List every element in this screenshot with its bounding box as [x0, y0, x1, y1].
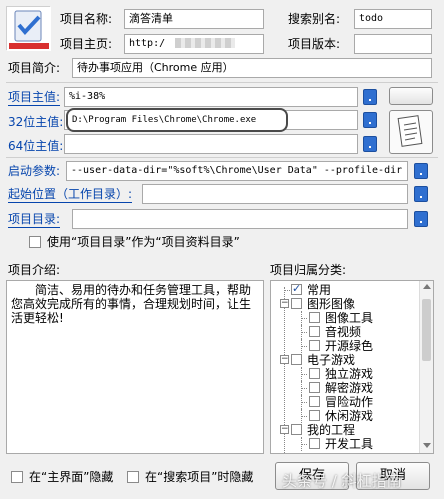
document-icon[interactable]: [389, 110, 433, 154]
tree-scrollbar[interactable]: [419, 281, 433, 453]
description-text: 简洁、易用的待办和任务管理工具，帮助您高效完成所有的事情，合理规划时间，让生活更…: [11, 283, 252, 325]
category-checkbox[interactable]: [309, 340, 320, 351]
x64-value-browse-button[interactable]: [363, 136, 377, 152]
category-label: 开源绿色: [325, 339, 374, 353]
tree-connector: [301, 437, 302, 451]
tree-expander[interactable]: −: [280, 355, 289, 364]
tree-connector: [301, 367, 302, 381]
category-label: 图像工具: [325, 311, 374, 325]
separator: [6, 157, 438, 158]
tree-connector: [301, 311, 302, 325]
category-checkbox[interactable]: [309, 396, 320, 407]
launch-args-label: 启动参数:: [8, 164, 61, 178]
category-label: 电子游戏: [307, 353, 356, 367]
search-alias-label: 搜索别名:: [288, 12, 341, 26]
category-label: 图形图像: [307, 297, 356, 311]
categories-tree[interactable]: 常用 − 图形图像图像工具音视频开源绿色 − 电子游戏独立游戏解密游戏冒险动作休闲游戏 −…: [270, 280, 434, 454]
tree-connector: [301, 395, 302, 409]
start-position-label[interactable]: 起始位置（工作目录）:: [8, 186, 133, 203]
tree-connector: [301, 381, 302, 395]
category-label: 解密游戏: [325, 381, 374, 395]
version-label: 项目版本:: [288, 37, 341, 51]
category-label: 休闲游戏: [325, 409, 374, 423]
category-label: 独立游戏: [325, 367, 374, 381]
x64-value-field[interactable]: [64, 134, 358, 154]
project-dir-browse-button[interactable]: [414, 211, 428, 227]
homepage-label: 项目主页:: [60, 37, 113, 51]
tree-connector: [301, 325, 302, 339]
app-icon: [6, 6, 51, 51]
project-name-label: 项目名称:: [60, 12, 113, 26]
x32-value-text: D:\Program Files\Chrome\Chrome.exe: [72, 115, 257, 125]
description-textarea[interactable]: 简洁、易用的待办和任务管理工具，帮助您高效完成所有的事情，合理规划时间，让生活更…: [6, 280, 264, 454]
separator: [6, 82, 438, 83]
main-value-label[interactable]: 项目主值:: [8, 89, 61, 106]
hide-search-label: 在“搜索项目”时隐藏: [145, 470, 254, 484]
search-alias-field[interactable]: todo: [354, 9, 432, 29]
homepage-value: http:/: [129, 38, 166, 49]
tree-expander[interactable]: −: [280, 425, 289, 434]
category-label: 我的工程: [307, 423, 356, 437]
x32-value-browse-button[interactable]: [363, 112, 377, 128]
hide-main-checkbox[interactable]: [11, 471, 23, 483]
launch-args-field[interactable]: --user-data-dir="%soft%\Chrome\User Data…: [66, 161, 408, 181]
category-checkbox[interactable]: [291, 298, 302, 309]
category-checkbox[interactable]: [309, 368, 320, 379]
tree-connector: [301, 339, 302, 353]
tree-connector: [284, 290, 290, 291]
scroll-thumb[interactable]: [422, 299, 431, 361]
scroll-down-arrow[interactable]: [423, 443, 431, 448]
main-value-browse-button[interactable]: [363, 89, 377, 105]
short-intro-label: 项目简介:: [8, 61, 61, 75]
description-label: 项目介绍:: [8, 263, 61, 277]
project-dir-label[interactable]: 项目目录:: [8, 211, 61, 228]
project-name-field[interactable]: 滴答清单: [124, 9, 264, 29]
category-checkbox[interactable]: [309, 382, 320, 393]
tree-connector: [301, 409, 302, 423]
category-checkbox[interactable]: [309, 312, 320, 323]
blurred-url: [175, 38, 236, 48]
category-label: 开发工具: [325, 437, 374, 451]
scroll-up-arrow[interactable]: [423, 284, 431, 289]
start-position-field[interactable]: [142, 184, 408, 204]
watermark: 头条号 / 斜杠指南: [282, 472, 402, 490]
category-checkbox[interactable]: [291, 354, 302, 365]
short-intro-field[interactable]: 待办事项应用（Chrome 应用）: [72, 58, 432, 78]
blank-button[interactable]: [389, 87, 433, 105]
category-checkbox[interactable]: [309, 326, 320, 337]
project-dir-field[interactable]: [72, 209, 408, 229]
x32-value-label: 32位主值:: [8, 115, 64, 129]
category-checkbox[interactable]: [309, 410, 320, 421]
use-dir-label: 使用“项目目录”作为“项目资料目录”: [47, 235, 240, 249]
version-field[interactable]: [354, 34, 432, 54]
category-label: 音视频: [325, 325, 362, 339]
main-value-field[interactable]: %i-38%: [64, 87, 358, 107]
category-checkbox[interactable]: [291, 282, 302, 296]
category-label: 冒险动作: [325, 395, 374, 409]
hide-main-label: 在“主界面”隐藏: [29, 470, 114, 484]
category-checkbox[interactable]: [309, 438, 320, 449]
x64-value-label: 64位主值:: [8, 139, 64, 153]
tree-expander[interactable]: −: [280, 299, 289, 308]
start-position-browse-button[interactable]: [414, 186, 428, 202]
x32-value-highlight[interactable]: D:\Program Files\Chrome\Chrome.exe: [66, 108, 288, 132]
category-label: 常用: [307, 283, 332, 297]
category-checkbox[interactable]: [291, 424, 302, 435]
hide-search-checkbox[interactable]: [127, 471, 139, 483]
homepage-field[interactable]: http:/: [124, 34, 264, 54]
launch-args-button[interactable]: [414, 163, 428, 179]
categories-label: 项目归属分类:: [270, 263, 347, 277]
use-dir-checkbox[interactable]: [29, 236, 41, 248]
